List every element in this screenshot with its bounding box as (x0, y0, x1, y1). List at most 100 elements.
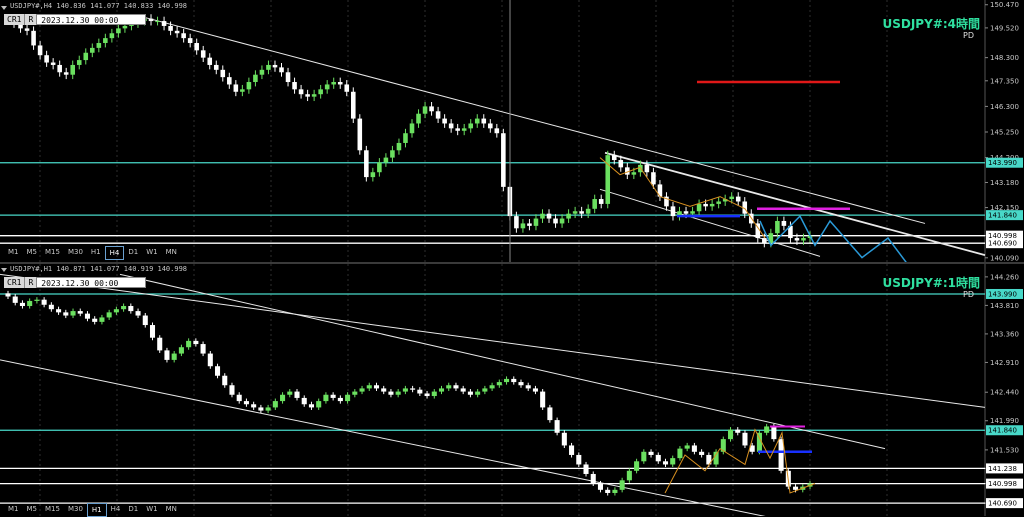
candle-body (337, 82, 343, 85)
candle-body (729, 196, 734, 200)
timeframe-m1[interactable]: M1 (4, 503, 23, 517)
candle-body (103, 38, 108, 44)
crosshair-date-field[interactable]: 2023.12.30 00:00 (36, 14, 147, 25)
candle-body (57, 64, 62, 73)
timeframe-bar: M1 M5 M15 M30 H1 H4 D1 W1 MN (4, 503, 181, 517)
candle-body (775, 220, 780, 234)
candle-body (294, 391, 300, 398)
candle-body (634, 461, 640, 471)
candle-body (696, 203, 702, 212)
candle-body (265, 407, 271, 411)
candle-body (554, 420, 560, 433)
candle-body (527, 223, 532, 226)
candle-body (446, 385, 452, 389)
y-tick-label: 150.470 (990, 1, 1019, 9)
candle-body (641, 451, 647, 462)
candle-body (619, 480, 625, 490)
candle-body (644, 164, 650, 173)
crosshair-r-button[interactable]: R (25, 14, 37, 25)
timeframe-m5[interactable]: M5 (23, 246, 42, 260)
collapse-arrow-icon[interactable] (1, 6, 7, 10)
candle-body (540, 391, 546, 408)
candle-body (605, 489, 611, 493)
candle-body (474, 118, 480, 124)
chart-title: USDJPY#:1時間 (882, 276, 980, 290)
timeframe-h1[interactable]: H1 (86, 503, 107, 517)
candle-body (429, 106, 434, 112)
timeframe-mn[interactable]: MN (162, 503, 181, 517)
candle-body (345, 394, 351, 402)
timeframe-w1[interactable]: W1 (142, 503, 161, 517)
candle-body (285, 72, 291, 83)
timeframe-m15[interactable]: M15 (41, 246, 64, 260)
y-tick-label: 146.300 (990, 103, 1019, 111)
candle-body (518, 382, 524, 386)
crosshair-box[interactable]: CR1 R 2023.12.30 00:00 (4, 277, 147, 288)
candle-body (193, 340, 199, 345)
timeframe-h4[interactable]: H4 (104, 246, 125, 260)
candle-body (148, 18, 154, 22)
candle-body (318, 89, 323, 95)
timeframe-d1[interactable]: D1 (124, 503, 142, 517)
timeframe-mn[interactable]: MN (162, 246, 181, 260)
candle-body (771, 426, 777, 440)
candle-body (207, 57, 213, 65)
candle-body (194, 43, 199, 51)
candle-body (109, 33, 115, 39)
candle-body (266, 64, 271, 70)
price-tag-label: 140.690 (988, 500, 1017, 508)
price-tag-label: 140.998 (988, 480, 1017, 488)
crosshair-label[interactable]: CR1 (4, 14, 26, 25)
candle-body (350, 91, 356, 119)
timeframe-h1[interactable]: H1 (87, 246, 105, 260)
timeframe-d1[interactable]: D1 (124, 246, 142, 260)
candle-body (207, 353, 213, 367)
candle-body (90, 47, 95, 53)
candle-body (324, 84, 330, 90)
symbol-header: USDJPY#,H1 140.871 141.077 140.919 140.9… (10, 265, 188, 273)
candle-body (742, 432, 748, 446)
crosshair-box[interactable]: CR1 R 2023.12.30 00:00 (4, 14, 147, 25)
timeframe-m30[interactable]: M30 (64, 503, 87, 517)
candle-body (801, 238, 806, 241)
timeframe-m30[interactable]: M30 (64, 246, 87, 260)
candle-body (651, 172, 656, 185)
candle-body (781, 220, 787, 226)
candle-body (438, 388, 445, 392)
candle-body (76, 60, 82, 65)
chart-title: USDJPY#:4時間 (882, 17, 980, 31)
collapse-arrow-icon[interactable] (1, 268, 7, 272)
candle-body (461, 128, 467, 131)
candle-body (388, 391, 394, 395)
candle-body (684, 445, 690, 449)
h1-chart-canvas[interactable]: 144.260 143.810 143.360 142.910 142.440 141.9… (0, 264, 1024, 516)
candle-body (569, 445, 575, 455)
crosshair-date-field[interactable]: 2023.12.30 00:00 (36, 277, 147, 288)
price-tag-label: 143.990 (988, 290, 1017, 298)
candle-body (409, 123, 415, 134)
candle-body (19, 302, 25, 307)
timeframe-w1[interactable]: W1 (142, 246, 161, 260)
candle-body (337, 397, 343, 402)
timeframe-m1[interactable]: M1 (4, 246, 23, 260)
candle-body (56, 309, 62, 313)
candle-body (12, 296, 18, 303)
candle-body (467, 391, 473, 395)
h4-chart-canvas[interactable]: 150.470 149.520 148.300 147.350 146.300 145.2… (0, 0, 1024, 262)
candle-body (764, 426, 770, 433)
timeframe-m15[interactable]: M15 (41, 503, 64, 517)
y-tick-label: 148.300 (990, 54, 1019, 62)
timeframe-h4[interactable]: H4 (107, 503, 125, 517)
y-tick-label: 141.530 (990, 446, 1019, 454)
candle-body (735, 196, 741, 202)
timeframe-m5[interactable]: M5 (23, 503, 42, 517)
crosshair-r-button[interactable]: R (25, 277, 37, 288)
candle-body (323, 394, 329, 402)
candle-body (233, 84, 239, 92)
candle-body (305, 94, 310, 97)
candle-body (703, 203, 708, 207)
h4-chart-pane[interactable]: 150.470 149.520 148.300 147.350 146.300 145.2… (0, 0, 1024, 262)
h1-chart-pane[interactable]: 144.260 143.810 143.360 142.910 142.440 141.9… (0, 264, 1024, 517)
candle-body (364, 150, 369, 178)
crosshair-label[interactable]: CR1 (4, 277, 26, 288)
